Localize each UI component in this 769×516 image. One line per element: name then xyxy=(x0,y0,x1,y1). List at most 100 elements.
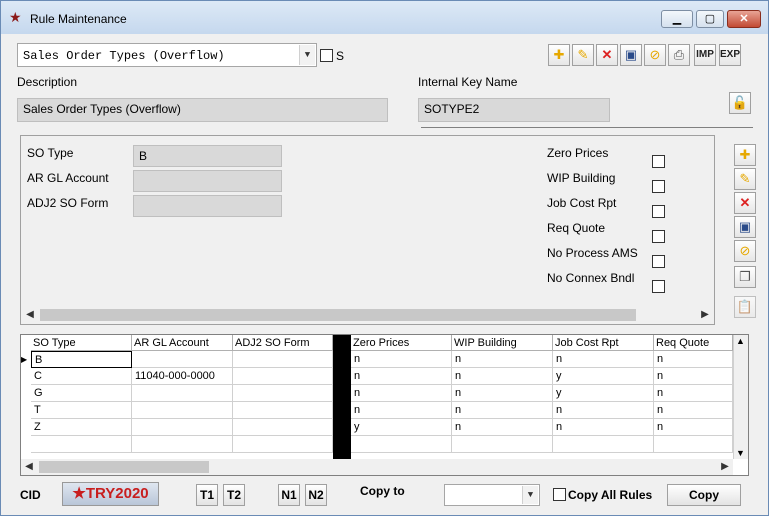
side-save-icon[interactable]: ▣ xyxy=(734,216,756,238)
ar-gl-account-field[interactable] xyxy=(133,170,282,192)
table-cell[interactable]: G xyxy=(31,385,132,402)
table-cell[interactable] xyxy=(233,368,333,385)
grid-scroll-left-icon[interactable]: ◀ xyxy=(21,459,37,475)
rule-select[interactable]: Sales Order Types (Overflow) ▼ xyxy=(17,43,317,67)
scroll-down-icon[interactable]: ▼ xyxy=(736,448,745,458)
table-cell[interactable]: y xyxy=(553,385,654,402)
grid-header-so-type[interactable]: SO Type xyxy=(31,335,132,351)
grid-vertical-scrollbar[interactable]: ▲ ▼ xyxy=(733,335,748,459)
chevron-down-icon[interactable]: ▼ xyxy=(299,45,315,65)
grid-header-req-quote[interactable]: Req Quote xyxy=(654,335,733,351)
export-button[interactable]: EXP xyxy=(719,44,741,66)
import-button[interactable]: IMP xyxy=(694,44,716,66)
delete-icon[interactable]: ✕ xyxy=(596,44,618,66)
scroll-left-icon[interactable]: ◀ xyxy=(22,307,38,323)
side-edit-icon[interactable]: ✎ xyxy=(734,168,756,190)
table-cell[interactable] xyxy=(132,385,233,402)
copy-all-rules-checkbox[interactable] xyxy=(553,488,566,501)
n1-button[interactable]: N1 xyxy=(278,484,300,506)
table-cell[interactable]: y xyxy=(351,419,452,436)
table-cell[interactable]: T xyxy=(31,402,132,419)
table-cell[interactable] xyxy=(132,351,233,368)
table-cell[interactable]: Z xyxy=(31,419,132,436)
adj2-so-form-field[interactable] xyxy=(133,195,282,217)
try2020-logo[interactable]: ★TRY2020 xyxy=(62,482,159,506)
edit-icon[interactable]: ✎ xyxy=(572,44,594,66)
t1-button[interactable]: T1 xyxy=(196,484,218,506)
n2-button[interactable]: N2 xyxy=(305,484,327,506)
grid-header-adj2-so-form[interactable]: ADJ2 SO Form xyxy=(233,335,333,351)
table-cell[interactable]: n xyxy=(654,402,733,419)
table-cell[interactable] xyxy=(233,436,333,453)
grid-scroll-right-icon[interactable]: ▶ xyxy=(717,459,733,475)
copy-to-select[interactable]: ▼ xyxy=(444,484,540,506)
side-cancel-icon[interactable]: ⊘ xyxy=(734,240,756,262)
table-cell[interactable] xyxy=(132,402,233,419)
maximize-button[interactable]: ▢ xyxy=(696,10,724,28)
job-cost-rpt-checkbox[interactable] xyxy=(652,205,665,218)
so-type-field[interactable]: B xyxy=(133,145,282,167)
t2-button[interactable]: T2 xyxy=(223,484,245,506)
table-cell[interactable]: n xyxy=(553,402,654,419)
panel-horizontal-scrollbar[interactable]: ◀ ▶ xyxy=(22,307,713,323)
table-cell[interactable] xyxy=(452,436,553,453)
req-quote-checkbox[interactable] xyxy=(652,230,665,243)
description-field[interactable]: Sales Order Types (Overflow) xyxy=(17,98,388,122)
table-cell[interactable] xyxy=(132,419,233,436)
side-new-icon[interactable]: ✚ xyxy=(734,144,756,166)
minimize-button[interactable]: ▁ xyxy=(661,10,693,28)
cancel-icon[interactable]: ⊘ xyxy=(644,44,666,66)
grid-header-zero-prices[interactable]: Zero Prices xyxy=(351,335,452,351)
table-cell[interactable]: n xyxy=(452,351,553,368)
s-checkbox[interactable] xyxy=(320,49,333,62)
table-cell[interactable] xyxy=(654,436,733,453)
table-cell[interactable] xyxy=(233,402,333,419)
table-cell[interactable]: n xyxy=(654,385,733,402)
table-cell[interactable]: C xyxy=(31,368,132,385)
copy-icon[interactable]: ❐ xyxy=(734,266,756,288)
table-cell[interactable]: n xyxy=(351,402,452,419)
close-button[interactable]: ✕ xyxy=(727,10,761,28)
grid-horizontal-scrollbar[interactable]: ◀ ▶ xyxy=(21,459,733,475)
table-cell[interactable]: n xyxy=(351,385,452,402)
table-cell[interactable]: n xyxy=(654,419,733,436)
table-cell[interactable]: B xyxy=(31,351,132,368)
table-cell[interactable]: 11040-000-0000 xyxy=(132,368,233,385)
print-icon[interactable]: ⎙ xyxy=(668,44,690,66)
grid-header-job-cost-rpt[interactable]: Job Cost Rpt xyxy=(553,335,654,351)
table-cell[interactable]: n xyxy=(654,368,733,385)
grid-header-ar-gl-account[interactable]: AR GL Account xyxy=(132,335,233,351)
table-cell[interactable]: n xyxy=(351,351,452,368)
table-cell[interactable]: n xyxy=(452,368,553,385)
zero-prices-checkbox[interactable] xyxy=(652,155,665,168)
table-cell[interactable]: n xyxy=(452,419,553,436)
table-cell[interactable]: n xyxy=(452,385,553,402)
table-cell[interactable] xyxy=(31,436,132,453)
scroll-up-icon[interactable]: ▲ xyxy=(736,336,745,346)
internal-key-field[interactable]: SOTYPE2 xyxy=(418,98,610,122)
save-icon[interactable]: ▣ xyxy=(620,44,642,66)
table-cell[interactable] xyxy=(233,385,333,402)
side-delete-icon[interactable]: ✕ xyxy=(734,192,756,214)
table-cell[interactable] xyxy=(233,419,333,436)
no-connex-bndl-checkbox[interactable] xyxy=(652,280,665,293)
table-cell[interactable]: n xyxy=(452,402,553,419)
table-cell[interactable] xyxy=(132,436,233,453)
wip-building-checkbox[interactable] xyxy=(652,180,665,193)
paste-icon[interactable]: 📋 xyxy=(734,296,756,318)
table-cell[interactable]: y xyxy=(553,368,654,385)
no-process-ams-checkbox[interactable] xyxy=(652,255,665,268)
unlock-icon[interactable]: 🔓 xyxy=(729,92,751,114)
table-cell[interactable] xyxy=(351,436,452,453)
table-cell[interactable]: n xyxy=(654,351,733,368)
scroll-thumb[interactable] xyxy=(40,309,636,321)
table-cell[interactable]: n xyxy=(553,419,654,436)
grid-header-wip-building[interactable]: WIP Building xyxy=(452,335,553,351)
copy-button[interactable]: Copy xyxy=(667,484,741,506)
table-cell[interactable]: n xyxy=(553,351,654,368)
grid-scroll-thumb[interactable] xyxy=(39,461,209,473)
table-cell[interactable] xyxy=(553,436,654,453)
table-cell[interactable]: n xyxy=(351,368,452,385)
table-cell[interactable] xyxy=(233,351,333,368)
copy-to-chevron-down-icon[interactable]: ▼ xyxy=(522,486,538,504)
